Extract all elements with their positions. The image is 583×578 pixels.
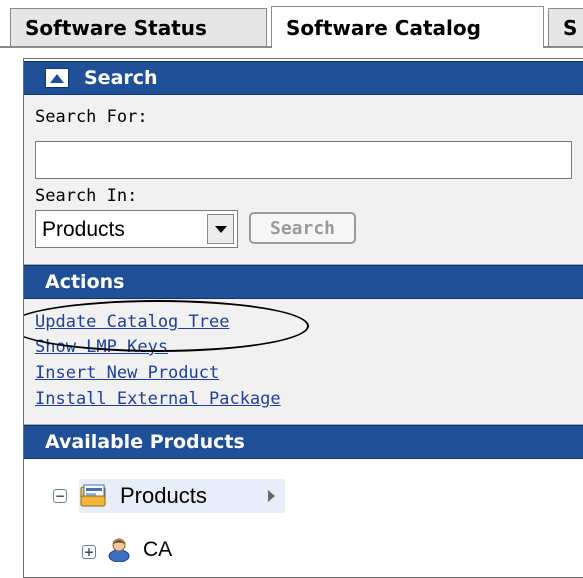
install-external-package-link[interactable]: Install External Package xyxy=(35,389,281,409)
search-button[interactable]: Search xyxy=(249,212,356,244)
search-section-header[interactable]: Search xyxy=(24,61,583,95)
search-in-label: Search In: xyxy=(35,186,138,206)
catalog-panel: Search Search For: Search In: Products S… xyxy=(23,58,583,578)
tab-partial[interactable]: S xyxy=(548,8,583,46)
tab-software-catalog[interactable]: Software Catalog xyxy=(271,6,544,48)
show-lmp-keys-link[interactable]: Show LMP Keys xyxy=(35,337,168,357)
submenu-arrow-icon[interactable] xyxy=(268,490,275,502)
search-in-select[interactable]: Products xyxy=(35,210,238,248)
actions-section-body: Update Catalog Tree Show LMP Keys Insert… xyxy=(24,299,583,425)
tree-node-products-label: Products xyxy=(120,483,207,508)
search-input[interactable] xyxy=(35,141,572,179)
search-in-value: Products xyxy=(42,218,125,241)
collapse-up-icon[interactable] xyxy=(45,68,69,88)
tree-collapse-icon[interactable]: − xyxy=(53,489,67,503)
tab-label: Software Catalog xyxy=(286,15,481,40)
tab-label: S xyxy=(563,15,578,40)
search-section-body: Search For: Search In: Products Search xyxy=(24,95,583,265)
tab-label: Software Status xyxy=(25,15,207,40)
tab-software-status[interactable]: Software Status xyxy=(10,8,267,46)
user-icon xyxy=(108,538,130,562)
search-section-title: Search xyxy=(84,67,158,89)
available-products-body: − Products + CA xyxy=(24,459,583,577)
tab-bar: Software Status Software Catalog S xyxy=(0,0,583,48)
tree-node-ca-label[interactable]: CA xyxy=(143,538,172,562)
tree-expand-icon[interactable]: + xyxy=(82,545,96,559)
available-products-header: Available Products xyxy=(24,425,583,459)
dropdown-arrow-icon[interactable] xyxy=(207,214,234,244)
actions-section-title: Actions xyxy=(45,271,125,293)
available-products-title: Available Products xyxy=(45,431,245,453)
actions-section-header: Actions xyxy=(24,265,583,299)
insert-new-product-link[interactable]: Insert New Product xyxy=(35,363,219,383)
search-for-label: Search For: xyxy=(35,107,148,127)
update-catalog-tree-link[interactable]: Update Catalog Tree xyxy=(35,312,229,332)
catalog-folder-icon xyxy=(80,484,106,507)
